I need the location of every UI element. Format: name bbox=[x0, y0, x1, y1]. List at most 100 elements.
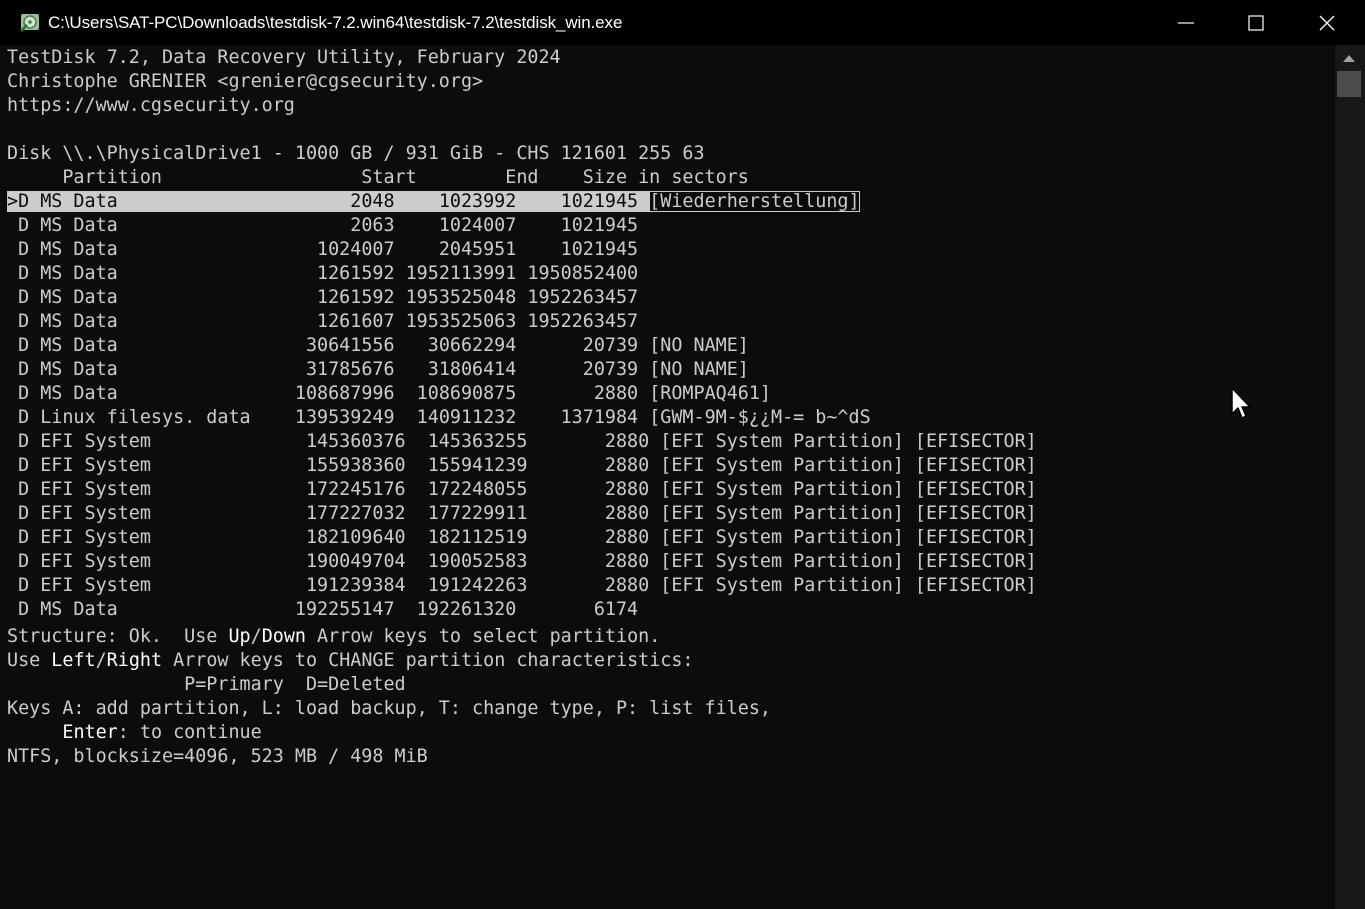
partition-row[interactable]: D EFI System 190049704 190052583 2880 [E… bbox=[7, 550, 1037, 574]
partition-sectors: 1261592 1952113991 1950852400 bbox=[117, 263, 639, 284]
partition-row[interactable]: D MS Data 108687996 108690875 2880 [ROMP… bbox=[7, 382, 771, 406]
close-icon bbox=[1319, 15, 1335, 31]
title-bar[interactable]: C:\Users\SAT-PC\Downloads\testdisk-7.2.w… bbox=[0, 0, 1365, 45]
partition-sectors: 172245176 172248055 2880 bbox=[150, 479, 661, 500]
partition-sectors: 145360376 145363255 2880 bbox=[150, 431, 661, 452]
minimize-button[interactable] bbox=[1151, 0, 1221, 45]
partition-label: [EFI System Partition] [EFISECTOR] bbox=[660, 479, 1037, 500]
console-output[interactable]: TestDisk 7.2, Data Recovery Utility, Feb… bbox=[0, 45, 1335, 909]
down-key: Down bbox=[261, 626, 306, 647]
scroll-up-arrow-icon[interactable] bbox=[1343, 55, 1355, 62]
partition-sectors: 30641556 30662294 20739 bbox=[117, 335, 650, 356]
close-button[interactable] bbox=[1292, 0, 1362, 45]
disk-info-line: Disk \\.\PhysicalDrive1 - 1000 GB / 931 … bbox=[7, 143, 705, 164]
minimize-icon bbox=[1178, 22, 1194, 24]
change-rest: Arrow keys to CHANGE partition character… bbox=[162, 650, 694, 671]
change-text: Use bbox=[7, 650, 52, 671]
partition-row[interactable]: D MS Data 1261592 1953525048 1952263457 bbox=[7, 286, 638, 310]
partition-row[interactable]: D EFI System 145360376 145363255 2880 [E… bbox=[7, 430, 1037, 454]
partition-sectors: 2063 1024007 1021945 bbox=[117, 215, 639, 236]
partition-row[interactable]: D MS Data 31785676 31806414 20739 [NO NA… bbox=[7, 358, 749, 382]
left-key: Left bbox=[51, 650, 96, 671]
partition-sectors: 31785676 31806414 20739 bbox=[117, 359, 650, 380]
partition-label: [EFI System Partition] [EFISECTOR] bbox=[660, 527, 1037, 548]
partition-row[interactable]: D EFI System 177227032 177229911 2880 [E… bbox=[7, 502, 1037, 526]
partition-label: [EFI System Partition] [EFISECTOR] bbox=[660, 455, 1037, 476]
partition-entry: >D MS Data bbox=[7, 191, 118, 212]
structure-rest: Arrow keys to select partition. bbox=[305, 626, 661, 647]
mouse-pointer-icon bbox=[1231, 387, 1251, 419]
partition-row[interactable]: D Linux filesys. data 139539249 14091123… bbox=[7, 406, 871, 430]
partition-entry: D Linux filesys. data bbox=[7, 407, 251, 428]
partition-entry: D MS Data bbox=[7, 335, 118, 356]
enter-help-line: Enter: to continue bbox=[7, 721, 261, 745]
program-title-line: TestDisk 7.2, Data Recovery Utility, Feb… bbox=[7, 47, 561, 68]
scroll-thumb[interactable] bbox=[1337, 71, 1361, 97]
partition-row[interactable]: D EFI System 191239384 191242263 2880 [E… bbox=[7, 574, 1037, 598]
partition-sectors: 155938360 155941239 2880 bbox=[150, 455, 661, 476]
partition-entry: D EFI System bbox=[7, 527, 151, 548]
enter-key: Enter bbox=[62, 722, 118, 743]
partition-label: [ROMPAQ461] bbox=[649, 383, 771, 404]
partition-entry: D MS Data bbox=[7, 383, 118, 404]
slash: / bbox=[95, 650, 107, 671]
maximize-button[interactable] bbox=[1221, 0, 1291, 45]
partition-entry: D MS Data bbox=[7, 599, 118, 620]
partition-sectors: 108687996 108690875 2880 bbox=[117, 383, 650, 404]
structure-status-line: Structure: Ok. Use Up/Down Arrow keys to… bbox=[7, 625, 660, 649]
partition-row[interactable]: D EFI System 172245176 172248055 2880 [E… bbox=[7, 478, 1037, 502]
change-instructions-line: Use Left/Right Arrow keys to CHANGE part… bbox=[7, 649, 694, 673]
slash: / bbox=[250, 626, 262, 647]
partition-entry: D MS Data bbox=[7, 215, 118, 236]
partition-sectors: 182109640 182112519 2880 bbox=[150, 527, 661, 548]
partition-row-selected[interactable]: >D MS Data 2048 1023992 1021945 [Wiederh… bbox=[7, 190, 860, 214]
partition-label: [EFI System Partition] [EFISECTOR] bbox=[660, 431, 1037, 452]
right-key: Right bbox=[106, 650, 163, 671]
partition-entry: D EFI System bbox=[7, 479, 151, 500]
partition-entry: D EFI System bbox=[7, 431, 151, 452]
partition-columns-header: Partition Start End Size in sectors bbox=[7, 167, 749, 188]
partition-row[interactable]: D EFI System 182109640 182112519 2880 [E… bbox=[7, 526, 1037, 550]
partition-row[interactable]: D MS Data 1024007 2045951 1021945 bbox=[7, 238, 638, 262]
author-line: Christophe GRENIER <grenier@cgsecurity.o… bbox=[7, 71, 484, 92]
filesystem-info-line: NTFS, blocksize=4096, 523 MB / 498 MiB bbox=[7, 746, 428, 767]
partition-row[interactable]: D EFI System 155938360 155941239 2880 [E… bbox=[7, 454, 1037, 478]
partition-entry: D MS Data bbox=[7, 287, 118, 308]
type-legend-line: P=Primary D=Deleted bbox=[7, 674, 406, 695]
up-key: Up bbox=[228, 626, 251, 647]
partition-entry: D EFI System bbox=[7, 503, 151, 524]
partition-row[interactable]: D MS Data 192255147 192261320 6174 bbox=[7, 598, 638, 622]
partition-row[interactable]: D MS Data 1261592 1952113991 1950852400 bbox=[7, 262, 638, 286]
partition-label: [NO NAME] bbox=[649, 359, 749, 380]
partition-sectors: 1024007 2045951 1021945 bbox=[117, 239, 639, 260]
partition-sectors: 139539249 140911232 1371984 bbox=[250, 407, 650, 428]
partition-sectors: 2048 1023992 1021945 bbox=[117, 191, 650, 212]
partition-sectors: 1261592 1953525048 1952263457 bbox=[117, 287, 639, 308]
partition-entry: D MS Data bbox=[7, 263, 118, 284]
partition-row[interactable]: D MS Data 2063 1024007 1021945 bbox=[7, 214, 638, 238]
partition-entry: D EFI System bbox=[7, 575, 151, 596]
partition-label: [NO NAME] bbox=[649, 335, 749, 356]
partition-label: [EFI System Partition] [EFISECTOR] bbox=[660, 575, 1037, 596]
testdisk-app-icon bbox=[20, 14, 39, 32]
partition-sectors: 177227032 177229911 2880 bbox=[150, 503, 661, 524]
partition-row[interactable]: D MS Data 30641556 30662294 20739 [NO NA… bbox=[7, 334, 749, 358]
partition-sectors: 190049704 190052583 2880 bbox=[150, 551, 661, 572]
partition-sectors: 192255147 192261320 6174 bbox=[117, 599, 639, 620]
partition-label: [Wiederherstellung] bbox=[649, 191, 860, 212]
partition-label: [GWM-9M-$¿¿M-= b~^dS bbox=[649, 407, 871, 428]
website-line: https://www.cgsecurity.org bbox=[7, 95, 295, 116]
keys-help-line: Keys A: add partition, L: load backup, T… bbox=[7, 698, 771, 719]
maximize-icon bbox=[1248, 15, 1264, 31]
window-title: C:\Users\SAT-PC\Downloads\testdisk-7.2.w… bbox=[48, 13, 623, 32]
vertical-scrollbar[interactable] bbox=[1335, 45, 1365, 909]
partition-label: [EFI System Partition] [EFISECTOR] bbox=[660, 551, 1037, 572]
partition-entry: D EFI System bbox=[7, 551, 151, 572]
partition-entry: D MS Data bbox=[7, 359, 118, 380]
console-window: C:\Users\SAT-PC\Downloads\testdisk-7.2.w… bbox=[0, 0, 1365, 909]
structure-text: Structure: Ok. Use bbox=[7, 626, 229, 647]
partition-sectors: 1261607 1953525063 1952263457 bbox=[117, 311, 639, 332]
partition-row[interactable]: D MS Data 1261607 1953525063 1952263457 bbox=[7, 310, 638, 334]
partition-label: [EFI System Partition] [EFISECTOR] bbox=[660, 503, 1037, 524]
